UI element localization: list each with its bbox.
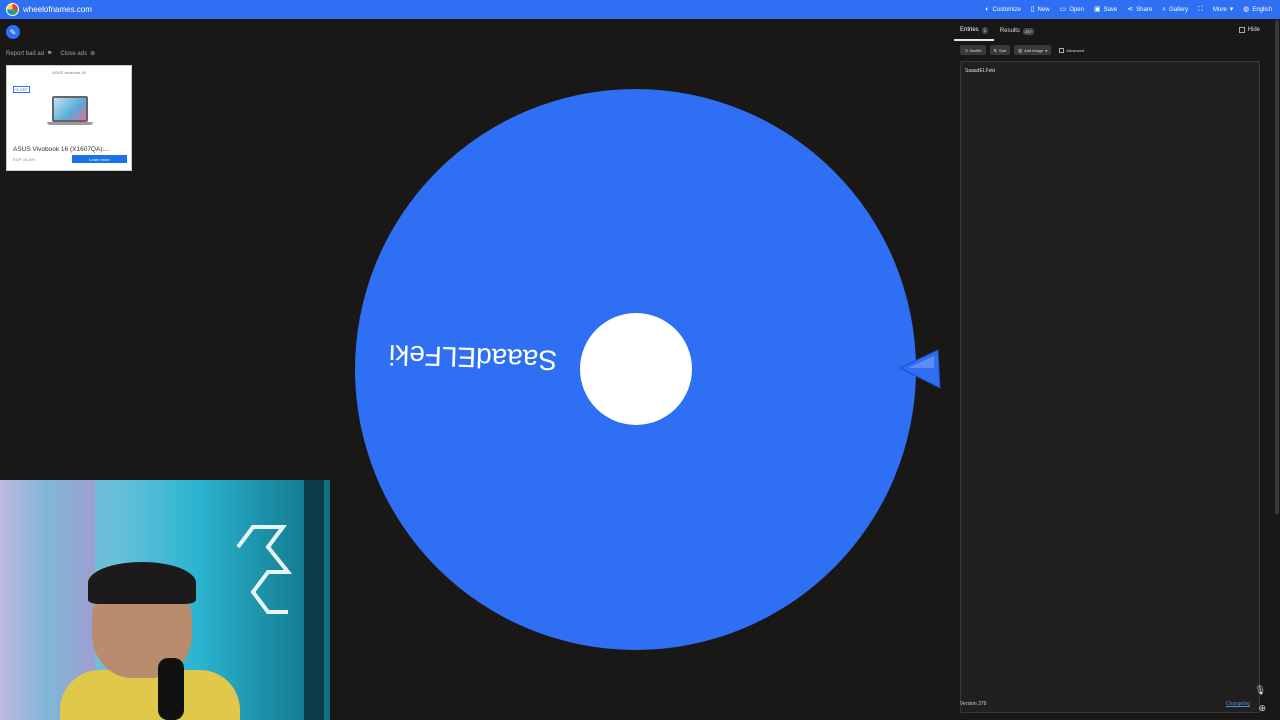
panel-tabs: Entries 1 Results 237 (954, 21, 1274, 41)
wheel-entry-label: SaaadELFeki (388, 339, 558, 376)
flag-icon: ⚑ (47, 51, 53, 57)
save-icon: ▣ (1093, 6, 1101, 13)
ad-laptop-base (47, 122, 93, 125)
sort-button[interactable]: ⇅ Sort (989, 45, 1011, 55)
close-circle-icon: ⊗ (90, 51, 96, 57)
webcam-microphone (158, 658, 184, 720)
open-button[interactable]: ▭ Open (1060, 6, 1084, 13)
ad-title: ASUS Vivobook 16 (X1607QA):... (13, 146, 110, 153)
ad-links: Report bad ad ⚑ Close ads ⊗ (6, 50, 96, 58)
report-ad-link[interactable]: Report bad ad ⚑ (6, 50, 53, 58)
ad-price: EGP 39,299 (13, 157, 35, 162)
more-button[interactable]: More ▾ (1213, 6, 1233, 13)
tab-results[interactable]: Results 237 (994, 21, 1040, 41)
save-button[interactable]: ▣ Save (1094, 6, 1117, 13)
shuffle-button[interactable]: ⤨ Shuffle (960, 45, 986, 55)
pencil-icon: ✎ (9, 27, 17, 37)
tab-entries[interactable]: Entries 1 (954, 21, 994, 41)
entries-count-badge: 1 (981, 26, 988, 34)
webcam-person-hair (88, 562, 196, 604)
folder-icon: ▭ (1059, 6, 1067, 13)
site-name[interactable]: wheelofnames.com (23, 5, 92, 14)
webcam-overlay (0, 480, 330, 720)
globe-icon: ◍ (1243, 6, 1250, 13)
microphone-icon[interactable]: 🎙 (1255, 685, 1266, 696)
share-icon: ⋖ (1127, 6, 1134, 13)
share-button[interactable]: ⋖ Share (1127, 6, 1152, 13)
entries-toolbar: ⤨ Shuffle ⇅ Sort ▨ Add image ▾ Advanced (960, 45, 1084, 55)
ad-banner[interactable]: ASUS vivobook 16 % OFF ASUS Vivobook 16 … (6, 65, 132, 171)
page-scrollbar-thumb[interactable] (1275, 20, 1279, 514)
new-button[interactable]: ▯ New (1031, 6, 1050, 13)
advanced-toggle[interactable]: Advanced (1059, 47, 1084, 53)
chevron-down-icon: ▾ (1045, 47, 1048, 53)
fullscreen-button[interactable]: ⛶ (1198, 6, 1203, 13)
customize-button[interactable]: ◐ Customize (985, 6, 1021, 13)
image-icon: ▨ (1018, 47, 1023, 53)
version-label: Version 379 (960, 701, 987, 707)
fullscreen-icon: ⛶ (1198, 6, 1204, 13)
language-button[interactable]: ◍ English (1243, 6, 1272, 13)
file-icon: ▯ (1030, 6, 1035, 13)
hide-toggle[interactable]: Hide (1238, 27, 1260, 33)
ad-learn-more-button[interactable]: Learn more (72, 155, 127, 163)
entry-line: SaaadELFeki (965, 68, 996, 74)
search-icon: ⌕ (1162, 6, 1167, 13)
shuffle-icon: ⤨ (964, 47, 968, 53)
sort-icon: ⇅ (993, 47, 997, 53)
ad-discount-tag: % OFF (13, 86, 30, 93)
top-bar: wheelofnames.com ◐ Customize ▯ New ▭ Open ▣… (0, 0, 1280, 19)
webcam-shelf (304, 480, 324, 720)
chevron-down-icon: ▾ (1229, 6, 1234, 13)
gallery-button[interactable]: ⌕ Gallery (1162, 6, 1188, 13)
results-count-badge: 237 (1022, 27, 1034, 35)
edit-wheel-button[interactable]: ✎ (6, 25, 20, 39)
ad-laptop-image (52, 96, 88, 122)
wheel-center[interactable] (580, 313, 692, 425)
header-menu: ◐ Customize ▯ New ▭ Open ▣ Save ⋖ Share ⌕ Gall… (985, 0, 1272, 19)
settings-icon[interactable]: ⊕ (1258, 703, 1266, 714)
advanced-checkbox[interactable] (1059, 47, 1065, 53)
palette-icon: ◐ (985, 6, 990, 13)
close-ads-link[interactable]: Close ads ⊗ (60, 50, 96, 58)
ad-brand-line: ASUS vivobook 16 (52, 70, 86, 75)
site-logo-icon[interactable] (6, 3, 19, 16)
hide-checkbox[interactable] (1238, 27, 1245, 33)
changelog-link[interactable]: Changelog (1226, 701, 1250, 707)
wheel-pointer-icon (898, 349, 941, 389)
neon-light-icon (236, 525, 293, 614)
entries-panel: Entries 1 Results 237 Hide ⤨ Shuffle ⇅ Sort … (954, 21, 1274, 720)
add-image-button[interactable]: ▨ Add image ▾ (1014, 45, 1052, 55)
entries-textarea[interactable]: SaaadELFeki (960, 61, 1260, 713)
